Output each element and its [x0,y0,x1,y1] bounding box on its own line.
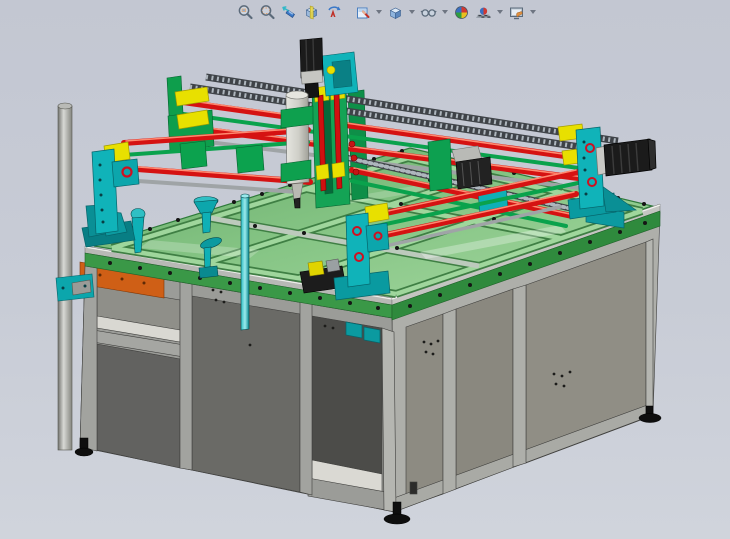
display-style-button[interactable] [385,3,405,22]
hide-show-items-button[interactable] [418,3,438,22]
zoom-to-area-icon [259,4,276,21]
z-carriage[interactable] [281,38,359,208]
view-settings-button[interactable] [506,3,526,22]
hide-show-items-icon [420,4,437,21]
view-orientation-button[interactable] [352,3,372,22]
left-upright[interactable] [82,149,139,247]
dynamic-annotation-views-icon [325,4,342,21]
view-orientation-dropdown-arrow[interactable] [374,3,383,22]
z-top-bracket[interactable] [322,52,358,96]
vent-slot [410,482,417,494]
hide-show-items-dropdown-arrow[interactable] [440,3,449,22]
cad-viewport[interactable] [0,0,730,539]
x-drive-motor[interactable] [596,139,656,176]
previous-view-button[interactable] [279,3,299,22]
zoom-to-fit-icon [237,4,254,21]
edit-appearance-icon [453,4,470,21]
apply-scene-button[interactable] [473,3,493,22]
model-3d-cnc-machine[interactable] [0,0,730,539]
zoom-to-area-button[interactable] [257,3,277,22]
apply-scene-dropdown-arrow[interactable] [495,3,504,22]
section-view-icon [303,4,320,21]
dynamic-annotation-views-button[interactable] [323,3,343,22]
display-style-icon [387,4,404,21]
previous-view-icon [281,4,298,21]
section-view-button[interactable] [301,3,321,22]
clamp-rod[interactable] [241,195,249,330]
spindle-tip [294,198,300,208]
apply-scene-icon [475,4,492,21]
slider-block[interactable] [180,141,207,169]
view-settings-dropdown-arrow[interactable] [528,3,537,22]
slider-block[interactable] [236,145,264,173]
view-settings-icon [508,4,525,21]
display-style-dropdown-arrow[interactable] [407,3,416,22]
view-orientation-icon [354,4,371,21]
heads-up-view-toolbar [235,2,537,22]
zoom-to-fit-button[interactable] [235,3,255,22]
edit-appearance-button[interactable] [451,3,471,22]
